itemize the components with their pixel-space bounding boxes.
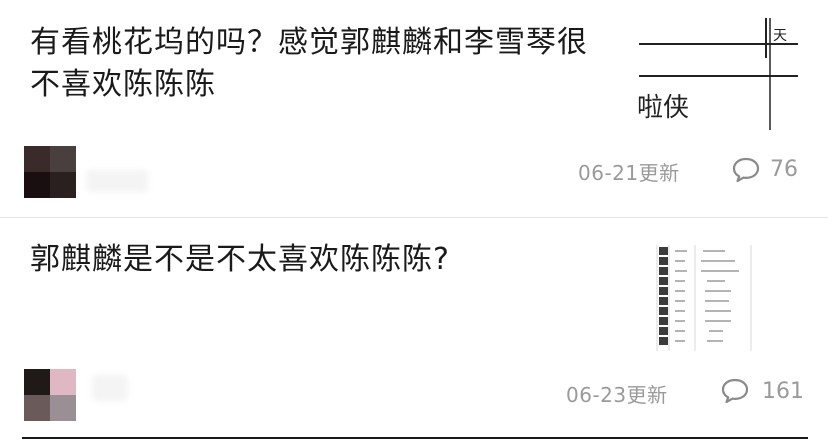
post-thumbnail[interactable]	[655, 243, 755, 353]
username-blurred[interactable]	[92, 375, 128, 401]
post-divider	[0, 217, 828, 218]
updated-date: 06-21更新	[578, 161, 680, 185]
post-title[interactable]: 郭麒麟是不是不太喜欢陈陈陈?	[30, 239, 610, 281]
thumbnail-handwriting-image: 天 啦侠	[633, 18, 798, 130]
avatar[interactable]	[24, 369, 76, 421]
comment-bubble-icon[interactable]	[720, 377, 750, 405]
bottom-divider	[22, 437, 808, 439]
thumbnail-table-image	[655, 243, 755, 353]
post-card-1[interactable]: 有看桃花坞的吗？感觉郭麒麟和李雪琴很不喜欢陈陈陈 天 啦侠 06-21更新 76	[0, 0, 828, 218]
post-title[interactable]: 有看桃花坞的吗？感觉郭麒麟和李雪琴很不喜欢陈陈陈	[30, 22, 610, 106]
post-card-2[interactable]: 郭麒麟是不是不太喜欢陈陈陈? 06-23更新 161	[0, 219, 828, 435]
comment-count: 76	[770, 157, 798, 182]
username-blurred[interactable]	[86, 170, 148, 192]
post-thumbnail[interactable]: 天 啦侠	[633, 18, 798, 130]
thumbnail-text: 啦侠	[637, 93, 689, 123]
updated-date: 06-23更新	[566, 383, 668, 407]
avatar[interactable]	[24, 146, 76, 198]
comment-count: 161	[762, 379, 804, 404]
comment-bubble-icon[interactable]	[731, 156, 761, 184]
svg-text:天: 天	[773, 28, 787, 44]
